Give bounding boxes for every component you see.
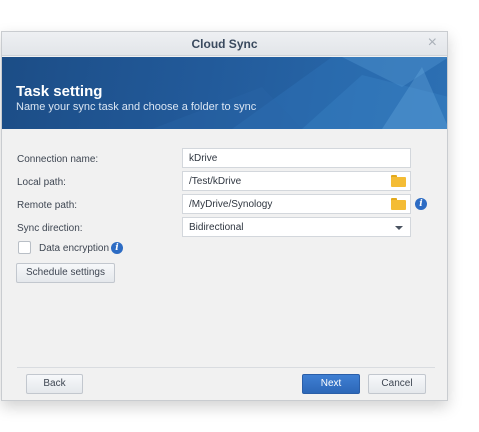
connection-name-label: Connection name:: [17, 154, 99, 165]
connection-name-value: kDrive: [189, 153, 218, 164]
back-button[interactable]: Back: [26, 374, 83, 394]
cloud-sync-dialog: Cloud Sync × Task setting Name your sync…: [1, 31, 448, 401]
footer-divider: [17, 367, 435, 368]
banner-heading: Task setting: [16, 83, 103, 100]
window-title: Cloud Sync: [191, 37, 258, 51]
task-setting-banner: Task setting Name your sync task and cho…: [2, 57, 447, 129]
close-icon[interactable]: ×: [428, 34, 437, 52]
schedule-settings-button[interactable]: Schedule settings: [16, 263, 115, 283]
next-button[interactable]: Next: [302, 374, 360, 394]
data-encryption-label: Data encryption: [39, 243, 110, 254]
local-path-input[interactable]: /Test/kDrive: [182, 171, 411, 191]
folder-icon[interactable]: [391, 198, 406, 210]
chevron-down-icon: [395, 226, 403, 230]
sync-direction-label: Sync direction:: [17, 223, 83, 234]
remote-path-input[interactable]: /MyDrive/Synology: [182, 194, 411, 214]
local-path-value: /Test/kDrive: [189, 176, 242, 187]
data-encryption-info-icon[interactable]: i: [111, 242, 123, 254]
data-encryption-checkbox[interactable]: [18, 241, 31, 254]
title-bar: Cloud Sync ×: [2, 32, 447, 56]
remote-path-label: Remote path:: [17, 200, 78, 211]
folder-icon[interactable]: [391, 175, 406, 187]
local-path-label: Local path:: [17, 177, 66, 188]
remote-path-info-icon[interactable]: i: [415, 198, 427, 210]
connection-name-input[interactable]: kDrive: [182, 148, 411, 168]
sync-direction-select[interactable]: Bidirectional: [182, 217, 411, 237]
sync-direction-value: Bidirectional: [189, 222, 244, 233]
remote-path-value: /MyDrive/Synology: [189, 199, 273, 210]
cancel-button[interactable]: Cancel: [368, 374, 426, 394]
banner-subheading: Name your sync task and choose a folder …: [16, 101, 257, 113]
